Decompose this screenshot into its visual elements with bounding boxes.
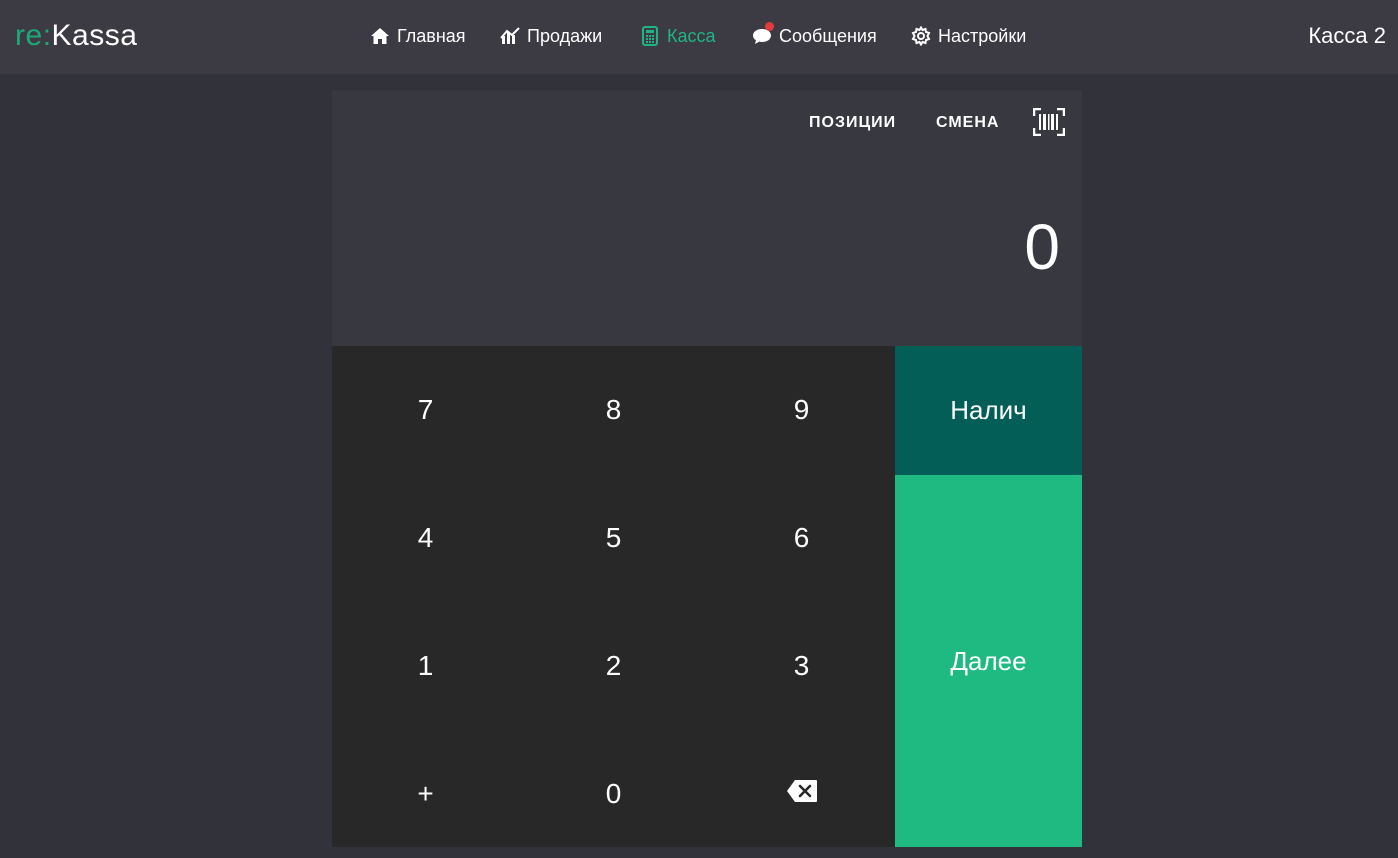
key-0[interactable]: 0 <box>520 730 707 858</box>
nav-item-sales[interactable]: Продажи <box>500 24 602 48</box>
nav-label-home: Главная <box>397 25 466 46</box>
chat-icon <box>752 22 774 46</box>
gear-icon <box>911 26 931 46</box>
cash-payment-button[interactable]: Налич <box>895 346 1082 475</box>
key-8[interactable]: 8 <box>520 346 707 474</box>
amount-display: 0 <box>1024 211 1060 283</box>
key-4[interactable]: 4 <box>332 474 519 602</box>
home-icon <box>370 26 390 46</box>
key-1[interactable]: 1 <box>332 602 519 730</box>
nav-label-kassa: Касса <box>667 25 716 46</box>
sales-chart-icon <box>500 26 520 46</box>
notification-badge <box>765 22 774 31</box>
backspace-button[interactable] <box>708 730 895 858</box>
top-bar: re:Kassa Главная Продажи Касса Сообщения… <box>0 0 1398 74</box>
calculator-icon <box>640 26 660 46</box>
key-5[interactable]: 5 <box>520 474 707 602</box>
cashier-label[interactable]: Касса 2 <box>1308 22 1386 50</box>
key-7[interactable]: 7 <box>332 346 519 474</box>
main-nav: Главная Продажи Касса Сообщения Настройк… <box>0 0 1398 74</box>
nav-label-settings: Настройки <box>938 25 1027 46</box>
key-9[interactable]: 9 <box>708 346 895 474</box>
key-2[interactable]: 2 <box>520 602 707 730</box>
nav-item-home[interactable]: Главная <box>370 24 466 48</box>
positions-button[interactable]: ПОЗИЦИИ <box>809 114 896 132</box>
key-3[interactable]: 3 <box>708 602 895 730</box>
nav-label-sales: Продажи <box>527 25 603 46</box>
key-6[interactable]: 6 <box>708 474 895 602</box>
keypad: 7 8 9 4 5 6 1 2 3 + 0 <box>332 346 895 847</box>
barcode-scan-icon[interactable] <box>1032 107 1066 137</box>
nav-label-messages: Сообщения <box>779 25 877 46</box>
nav-item-settings[interactable]: Настройки <box>911 24 1026 48</box>
next-button[interactable]: Далее <box>895 475 1082 847</box>
nav-item-kassa[interactable]: Касса <box>640 24 716 48</box>
display-panel: ПОЗИЦИИ СМЕНА 0 <box>332 90 1082 346</box>
key-plus[interactable]: + <box>332 730 519 858</box>
backspace-icon <box>786 778 818 810</box>
shift-button[interactable]: СМЕНА <box>936 114 999 132</box>
nav-item-messages[interactable]: Сообщения <box>752 22 877 48</box>
